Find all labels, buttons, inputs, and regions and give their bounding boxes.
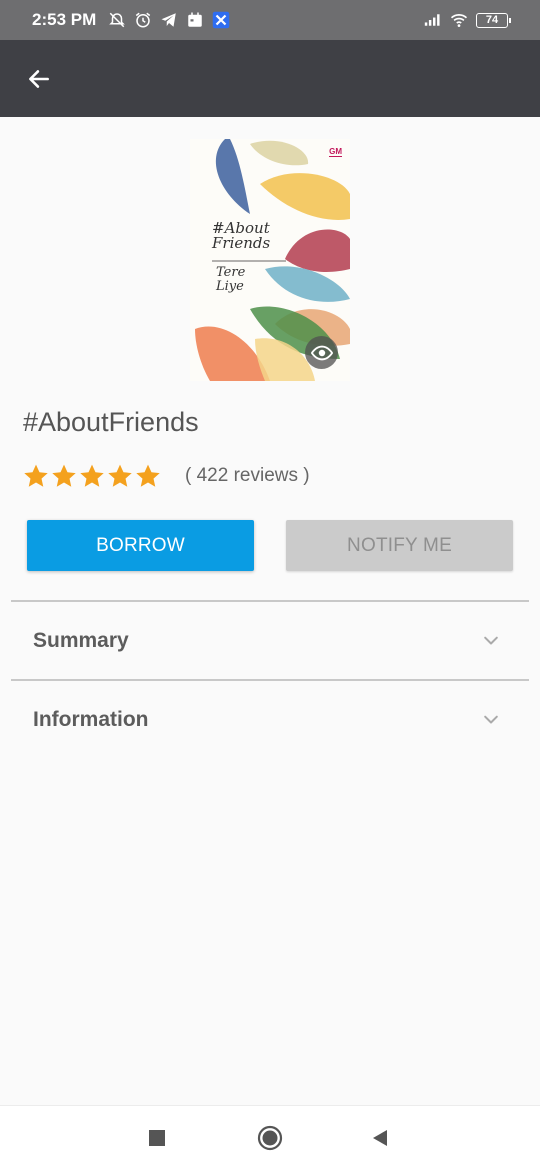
cover-author-line1: Tere	[216, 265, 246, 280]
arrow-left-icon	[29, 69, 49, 88]
borrow-button[interactable]: BORROW	[27, 520, 254, 571]
book-title: #AboutFriends	[23, 407, 199, 437]
circle-icon	[257, 1125, 283, 1151]
rating-row: ( 422 reviews )	[23, 463, 310, 489]
triangle-back-icon	[373, 1130, 387, 1146]
information-section[interactable]: Information	[11, 682, 529, 758]
book-cover[interactable]: GM #About Friends Tere Liye	[190, 139, 350, 381]
square-icon	[149, 1130, 165, 1146]
publisher-logo: GM	[329, 147, 342, 157]
cover-author-line2: Liye	[216, 279, 244, 294]
calendar-icon	[186, 11, 204, 29]
battery-icon: 74	[476, 12, 511, 28]
signal-icon	[424, 11, 442, 29]
star-rating	[23, 463, 161, 489]
alarm-off-icon	[108, 11, 126, 29]
star-icon	[136, 464, 160, 487]
app-bar	[0, 40, 540, 117]
home-button[interactable]	[256, 1124, 284, 1152]
chevron-down-icon	[484, 636, 498, 645]
status-time: 2:53 PM	[32, 10, 97, 29]
cover-author: Tere Liye	[216, 266, 245, 294]
star-icon	[108, 464, 132, 487]
summary-section[interactable]: Summary	[11, 603, 529, 679]
star-icon	[80, 464, 104, 487]
app-x-icon	[212, 11, 230, 29]
preview-button[interactable]	[305, 336, 338, 369]
status-bar: 2:53 PM 74	[0, 0, 540, 40]
review-count: ( 422 reviews )	[185, 465, 310, 486]
telegram-icon	[160, 11, 178, 29]
wifi-icon	[450, 11, 468, 29]
recents-button[interactable]	[143, 1124, 171, 1152]
summary-label: Summary	[33, 629, 129, 652]
chevron-down-icon	[484, 715, 498, 724]
alarm-icon	[134, 11, 152, 29]
eye-icon	[310, 345, 333, 360]
notify-me-button: NOTIFY ME	[286, 520, 513, 571]
back-button[interactable]	[24, 64, 54, 94]
divider	[11, 679, 529, 681]
information-label: Information	[33, 708, 149, 731]
star-icon	[24, 464, 48, 487]
cover-title-line2: Friends	[212, 234, 271, 252]
back-nav-button[interactable]	[366, 1124, 394, 1152]
cover-title: #About Friends	[212, 221, 270, 251]
divider	[11, 600, 529, 602]
star-icon	[52, 464, 76, 487]
system-nav-bar	[0, 1105, 540, 1170]
